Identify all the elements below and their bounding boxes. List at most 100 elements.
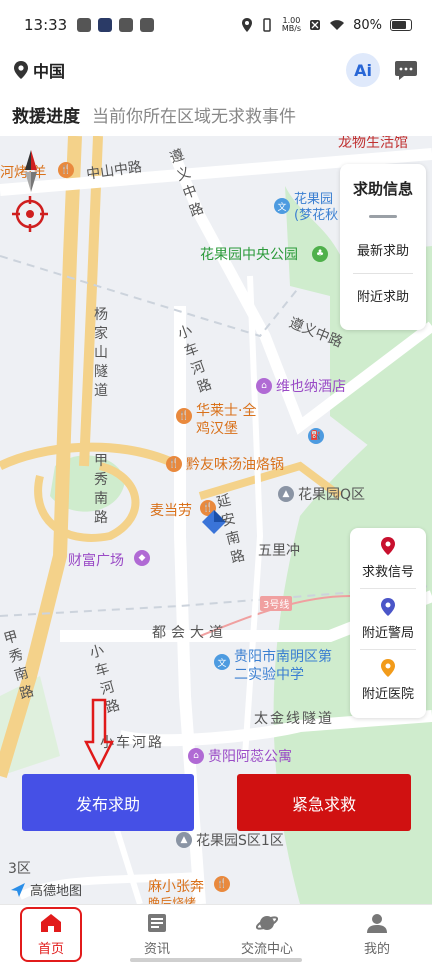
- tab-home-label: 首页: [37, 942, 64, 957]
- planet-icon: [256, 916, 278, 930]
- amap-logo-icon: [11, 882, 25, 897]
- map-label-duhui-avenue: 都会大道: [152, 625, 228, 641]
- tab-news[interactable]: 资讯: [102, 905, 212, 964]
- ai-assistant-button[interactable]: Ai: [346, 53, 380, 87]
- map-label-qianyou: 黔友味汤油烙锅: [186, 457, 284, 473]
- app-header: 中国 Ai: [0, 50, 432, 90]
- news-icon: [148, 914, 166, 932]
- location-label: 中国: [33, 62, 66, 81]
- publish-help-button[interactable]: 发布求助: [22, 774, 194, 831]
- signal-separator: [350, 649, 426, 650]
- down-arrow-annotation-icon: [84, 698, 114, 770]
- map-label-s-zone: 花果园S区1区: [196, 833, 284, 849]
- map-label-vienna-hotel: 维也纳酒店: [276, 379, 346, 395]
- map-label-wanting: 晚后烧烤: [148, 896, 197, 904]
- battery-icon: [390, 19, 412, 31]
- help-info-title: 求助信息: [352, 180, 413, 198]
- park-pin-icon[interactable]: ♣: [312, 246, 328, 262]
- hotel-pin-icon[interactable]: ⌂: [256, 378, 272, 394]
- tab-home[interactable]: 首页: [20, 907, 82, 962]
- separator-line: [360, 588, 416, 589]
- gas-station-icon[interactable]: ⛽: [308, 428, 324, 444]
- nearby-help-item[interactable]: 附近求助: [340, 286, 426, 305]
- app-icon: [98, 18, 113, 32]
- nearby-police-item[interactable]: 附近警局: [350, 589, 426, 649]
- chat-icon: [395, 61, 417, 80]
- rescue-progress-bar: 救援进度 当前你所在区域无求救事件: [0, 92, 432, 136]
- tab-profile[interactable]: 我的: [322, 905, 432, 964]
- locate-target-icon[interactable]: [12, 196, 48, 232]
- map-label-arui-apartment: 贵阳阿蕊公寓: [208, 749, 292, 765]
- notification-icon: [77, 18, 92, 32]
- tab-community-label: 交流中心: [240, 942, 293, 957]
- map-label-taijin-tunnel: 太金线隧道: [254, 711, 334, 727]
- restaurant-pin-icon[interactable]: 🍴: [214, 876, 230, 892]
- location-selector[interactable]: 中国: [14, 58, 65, 82]
- wifi-icon: [330, 20, 345, 30]
- hospital-pin-icon: [381, 658, 395, 677]
- map-label-fortune-plaza: 财富广场: [68, 553, 124, 569]
- vibrate-icon: [263, 18, 271, 32]
- status-time: 13:33: [24, 16, 68, 34]
- infinity-icon: [119, 18, 134, 32]
- speed-unit: MB/s: [281, 24, 302, 33]
- location-icon: [241, 18, 252, 32]
- emergency-sos-button[interactable]: 紧急求救: [237, 774, 411, 831]
- network-speed: 1.00 MB/s: [282, 17, 301, 33]
- restaurant-pin-icon[interactable]: 🍴: [176, 408, 192, 424]
- mall-pin-icon[interactable]: ◆: [134, 550, 150, 566]
- battery-percent: 80%: [353, 17, 382, 33]
- app-root: 13:33 1.00MB/s 80% 中国 Ai 救援进度 当前你所在区域无求: [0, 0, 432, 964]
- school-pin-icon[interactable]: 文: [274, 198, 290, 214]
- map-label-mcdonalds: 麦当劳: [150, 503, 192, 519]
- no-sim-icon: [310, 20, 321, 30]
- map-label-yangjia-tunnel: 杨家山隧道: [94, 307, 108, 399]
- apartment-pin-icon[interactable]: ⌂: [188, 748, 204, 764]
- home-icon: [41, 914, 61, 932]
- tab-community[interactable]: 交流中心: [212, 905, 322, 964]
- map-attribution: 高德地图: [10, 880, 82, 899]
- home-indicator[interactable]: [130, 958, 302, 962]
- status-app-icons: [77, 18, 155, 32]
- map-label-q-zone: 花果园Q区: [298, 487, 366, 503]
- compass-icon[interactable]: [18, 148, 44, 194]
- school-pin-icon[interactable]: 文: [214, 654, 230, 670]
- rescue-label: 救援进度: [12, 106, 80, 127]
- tab-news-label: 资讯: [143, 942, 170, 957]
- mail-icon: [140, 18, 155, 32]
- status-right: 1.00 MB/s 80%: [241, 17, 412, 33]
- message-button[interactable]: [394, 59, 418, 81]
- sos-signal-item[interactable]: 求救信号: [350, 528, 426, 588]
- signal-separator: [350, 588, 426, 589]
- sos-signal-label: 求救信号: [361, 564, 414, 580]
- police-pin-icon: [381, 597, 395, 616]
- map-pin-icon: [14, 61, 28, 79]
- signal-panel: 求救信号 附近警局 附近医院: [350, 528, 426, 718]
- user-icon: [367, 914, 387, 933]
- map-label-3-zone: 3区: [8, 861, 31, 877]
- nearby-hospital-item[interactable]: 附近医院: [350, 650, 426, 710]
- building-pin-icon[interactable]: ▲: [176, 832, 192, 848]
- restaurant-pin-icon[interactable]: 🍴: [166, 456, 182, 472]
- map-label-line3: 3号线: [260, 596, 293, 611]
- latest-help-item[interactable]: 最新求助: [340, 240, 426, 259]
- building-pin-icon[interactable]: ▲: [278, 486, 294, 502]
- sos-signal-pin-icon: [381, 536, 395, 555]
- map-label-wallace: 华莱士·全鸡汉堡: [196, 403, 257, 437]
- map-label-mazhang: 麻小张奔: [148, 879, 204, 895]
- ai-label: Ai: [354, 60, 372, 80]
- help-separator: [353, 273, 413, 274]
- rescue-status: 当前你所在区域无求救事件: [92, 106, 296, 127]
- map-label-wulichong: 五里冲: [258, 543, 300, 559]
- help-info-panel: 求助信息 最新求助 附近求助: [340, 164, 426, 330]
- map-label-nanming-school: 贵阳市南明区第二实验中学: [234, 649, 332, 683]
- nearby-police-label: 附近警局: [361, 625, 414, 641]
- map-label-pet-store: 龙物生活馆: [338, 136, 408, 151]
- nearby-hospital-label: 附近医院: [361, 686, 414, 702]
- tab-profile-label: 我的: [363, 942, 390, 957]
- bottom-nav: 首页 资讯 交流中心 我的: [0, 904, 432, 964]
- amap-label: 高德地图: [30, 884, 83, 899]
- separator-line: [360, 649, 416, 650]
- restaurant-pin-icon[interactable]: 🍴: [58, 162, 74, 178]
- help-info-divider: [369, 215, 397, 218]
